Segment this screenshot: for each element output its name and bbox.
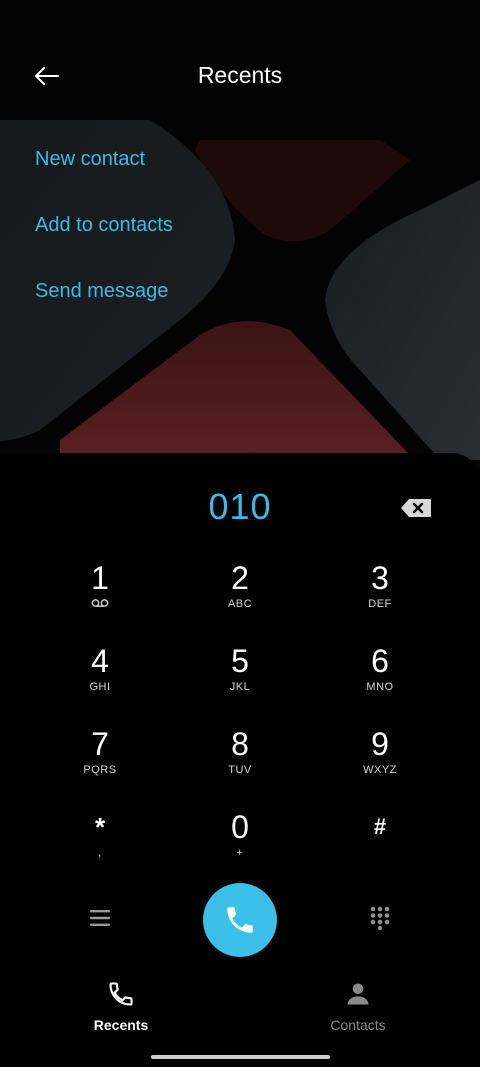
key-letters: PQRS — [83, 764, 117, 776]
key-letters: WXYZ — [363, 764, 397, 776]
phone-icon — [109, 982, 133, 1006]
send-message-link[interactable]: Send message — [35, 280, 168, 303]
key-8[interactable]: 8 TUV — [170, 726, 310, 802]
key-5[interactable]: 5 JKL — [170, 643, 310, 719]
key-digit: * — [94, 812, 106, 842]
key-digit: 6 — [371, 643, 389, 679]
key-digit: 0 — [231, 809, 249, 845]
top-bar: Recents — [0, 40, 480, 114]
dialpad-icon — [370, 906, 390, 930]
menu-button[interactable] — [78, 896, 122, 940]
key-star[interactable]: * , — [30, 809, 170, 885]
key-digit: 9 — [371, 726, 389, 762]
dialpad-toggle-button[interactable] — [358, 896, 402, 940]
key-digit: 1 — [91, 560, 109, 596]
key-digit: 5 — [231, 643, 249, 679]
key-letters: ABC — [227, 598, 253, 610]
key-4[interactable]: 4 GHI — [30, 643, 170, 719]
key-3[interactable]: 3 DEF — [310, 560, 450, 636]
home-indicator — [151, 1055, 330, 1059]
key-7[interactable]: 7 PQRS — [30, 726, 170, 802]
key-digit: 2 — [231, 560, 249, 596]
tab-recents-label: Recents — [93, 1017, 149, 1033]
person-icon — [347, 983, 369, 1005]
tab-recents[interactable]: Recents — [61, 980, 181, 1036]
phone-icon — [227, 907, 253, 933]
backspace-icon — [401, 499, 431, 517]
key-letters: , — [98, 847, 102, 859]
tab-contacts-label: Contacts — [330, 1017, 386, 1033]
menu-icon — [90, 910, 110, 926]
key-0[interactable]: 0 + — [170, 809, 310, 885]
key-9[interactable]: 9 WXYZ — [310, 726, 450, 802]
key-digit: 8 — [231, 726, 249, 762]
voicemail-icon — [30, 598, 170, 612]
key-hash[interactable]: # — [310, 809, 450, 885]
key-letters: JKL — [229, 681, 251, 693]
key-1[interactable]: 1 — [30, 560, 170, 636]
backspace-button[interactable] — [396, 494, 436, 522]
call-button[interactable] — [203, 883, 277, 957]
key-digit: 7 — [91, 726, 109, 762]
add-to-contacts-link[interactable]: Add to contacts — [35, 214, 173, 237]
key-digit: # — [373, 814, 387, 839]
tab-contacts[interactable]: Contacts — [298, 980, 418, 1036]
key-letters: + — [236, 847, 244, 859]
new-contact-link[interactable]: New contact — [35, 148, 145, 171]
key-letters: DEF — [368, 598, 392, 610]
key-letters: GHI — [89, 681, 111, 693]
key-letters: MNO — [366, 681, 394, 693]
key-digit: 4 — [91, 643, 109, 679]
key-digit: 3 — [371, 560, 389, 596]
page-title: Recents — [197, 62, 283, 88]
key-letters — [310, 847, 450, 861]
key-6[interactable]: 6 MNO — [310, 643, 450, 719]
key-letters: TUV — [228, 764, 252, 776]
key-2[interactable]: 2 ABC — [170, 560, 310, 636]
